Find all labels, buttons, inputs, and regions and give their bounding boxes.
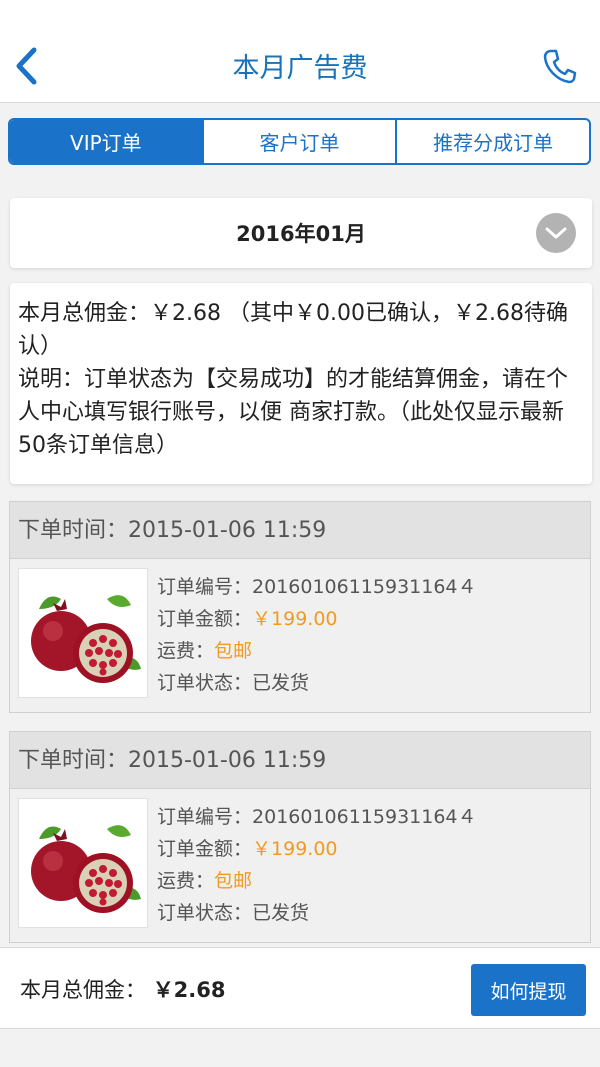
order-status-label: 订单状态：: [157, 672, 253, 694]
how-to-withdraw-button[interactable]: 如何提现: [471, 964, 586, 1016]
shipping-row: 运费：包邮: [157, 635, 477, 667]
commission-note: 说明：订单状态为【交易成功】的才能结算佣金，请在个人中心填写银行账号，以便 商家…: [18, 367, 569, 458]
order-status-label: 订单状态：: [157, 902, 253, 924]
commission-summary: 本月总佣金：￥2.68 （其中￥0.00已确认，￥2.68待确认）: [18, 301, 568, 359]
order-amount-row: 订单金额：￥199.00: [157, 833, 477, 865]
footer-total-amount: ￥2.68: [152, 978, 226, 1002]
order-details: 订单编号：20160106115931164４ 订单金额：￥199.00 运费：…: [157, 571, 477, 699]
tab-customer-orders[interactable]: 客户订单: [204, 120, 398, 163]
tab-referral-orders[interactable]: 推荐分成订单: [397, 120, 589, 163]
shipping-label: 运费：: [157, 870, 215, 892]
order-number: 20160106115931164４: [252, 806, 477, 828]
order-status: 已发货: [252, 902, 310, 924]
order-number: 20160106115931164４: [252, 576, 477, 598]
order-time: 下单时间：2015-01-06 11:59: [10, 732, 590, 789]
footer-bar: 本月总佣金： ￥2.68 如何提现: [0, 947, 600, 1029]
shipping-row: 运费：包邮: [157, 865, 477, 897]
order-status-row: 订单状态：已发货: [157, 897, 477, 929]
month-selector[interactable]: 2016年01月: [10, 198, 592, 268]
order-number-label: 订单编号：: [157, 806, 253, 828]
phone-button[interactable]: [540, 44, 580, 88]
order-amount: ￥199.00: [252, 608, 338, 630]
pomegranate-image: [18, 568, 148, 698]
order-amount-label: 订单金额：: [157, 838, 253, 860]
order-number-label: 订单编号：: [157, 576, 253, 598]
order-type-tabs: VIP订单 客户订单 推荐分成订单: [8, 118, 591, 165]
footer-total-label: 本月总佣金：: [20, 978, 146, 1002]
phone-icon: [543, 49, 577, 84]
chevron-down-icon: [545, 227, 567, 239]
month-value: 2016年01月: [236, 222, 366, 246]
order-card[interactable]: 下单时间：2015-01-06 11:59 订单编号：2016010611593…: [9, 731, 591, 943]
order-time: 下单时间：2015-01-06 11:59: [10, 502, 590, 559]
footer-total: 本月总佣金： ￥2.68: [20, 974, 226, 1004]
pomegranate-image: [18, 798, 148, 928]
order-number-row: 订单编号：20160106115931164４: [157, 801, 477, 833]
order-amount: ￥199.00: [252, 838, 338, 860]
order-number-row: 订单编号：20160106115931164４: [157, 571, 477, 603]
order-status: 已发货: [252, 672, 310, 694]
shipping-label: 运费：: [157, 640, 215, 662]
order-card[interactable]: 下单时间：2015-01-06 11:59 订单编号：2016010611593…: [9, 501, 591, 713]
header-bar: 本月广告费: [0, 0, 600, 103]
shipping-value: 包邮: [214, 870, 253, 892]
shipping-value: 包邮: [214, 640, 253, 662]
order-details: 订单编号：20160106115931164４ 订单金额：￥199.00 运费：…: [157, 801, 477, 929]
commission-info: 本月总佣金：￥2.68 （其中￥0.00已确认，￥2.68待确认） 说明：订单状…: [10, 283, 592, 484]
order-amount-row: 订单金额：￥199.00: [157, 603, 477, 635]
order-status-row: 订单状态：已发货: [157, 667, 477, 699]
order-amount-label: 订单金额：: [157, 608, 253, 630]
month-dropdown-toggle[interactable]: [536, 213, 576, 253]
tab-vip-orders[interactable]: VIP订单: [10, 120, 204, 163]
page-title: 本月广告费: [232, 53, 368, 84]
